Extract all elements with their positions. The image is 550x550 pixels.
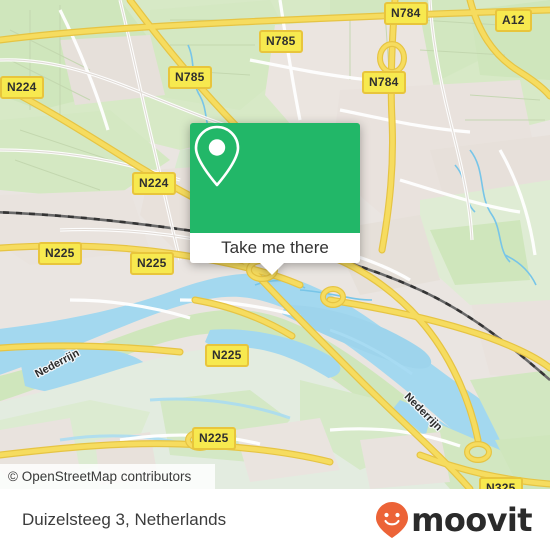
take-me-there-button[interactable]: Take me there xyxy=(190,233,360,263)
moovit-pin-smile-icon xyxy=(376,501,409,538)
road-shield[interactable]: N225 xyxy=(130,252,174,275)
road-shield[interactable]: N224 xyxy=(132,172,176,195)
map-canvas[interactable]: N784 A12 N785 N785 N784 N224 N224 N225 N… xyxy=(0,0,550,489)
moovit-wordmark: moovit xyxy=(411,500,532,539)
map-pin-icon xyxy=(194,125,240,187)
callout-marker-area xyxy=(190,123,360,233)
road-shield[interactable]: N225 xyxy=(38,242,82,265)
road-shield[interactable]: N325 xyxy=(479,477,523,489)
location-callout[interactable]: Take me there xyxy=(190,123,360,275)
road-shield[interactable]: N785 xyxy=(168,66,212,89)
callout-pointer xyxy=(260,263,284,275)
moovit-map-card: N784 A12 N785 N785 N784 N224 N224 N225 N… xyxy=(0,0,550,550)
road-shield[interactable]: N784 xyxy=(362,71,406,94)
road-shield[interactable]: N784 xyxy=(384,2,428,25)
road-shield[interactable]: N785 xyxy=(259,30,303,53)
location-address: Duizelsteeg 3, Netherlands xyxy=(22,509,227,529)
map-attribution[interactable]: © OpenStreetMap contributors xyxy=(0,464,215,489)
moovit-logo[interactable]: moovit xyxy=(375,489,533,550)
road-shield[interactable]: A12 xyxy=(495,9,532,32)
footer-bar: Duizelsteeg 3, Netherlands moovit xyxy=(0,489,550,550)
road-shield[interactable]: N224 xyxy=(0,76,44,99)
road-shield[interactable]: N225 xyxy=(192,427,236,450)
road-shield[interactable]: N225 xyxy=(205,344,249,367)
